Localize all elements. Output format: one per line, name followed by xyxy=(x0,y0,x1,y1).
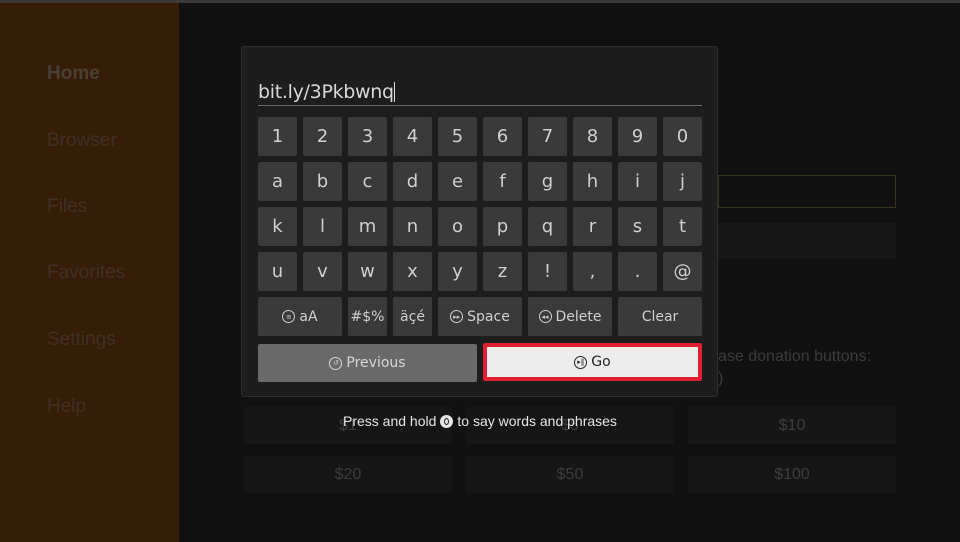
hint-text-before: Press and hold xyxy=(343,413,437,429)
key[interactable]: i xyxy=(618,162,657,201)
sidebar-item-help[interactable]: Help xyxy=(47,396,86,418)
key[interactable]: 0 xyxy=(663,117,702,156)
donation-button[interactable]: $20 xyxy=(244,456,452,493)
key[interactable]: j xyxy=(663,162,702,201)
voice-hint: Press and hold to say words and phrases xyxy=(343,413,617,429)
key[interactable]: t xyxy=(663,207,702,246)
previous-label: Previous xyxy=(346,355,406,371)
onscreen-keyboard: bit.ly/3Pkbwnq 1234567890 abcdefghij klmno… xyxy=(241,46,718,397)
go-button[interactable]: ▸‖ Go xyxy=(487,347,698,377)
key[interactable]: 3 xyxy=(348,117,387,156)
key[interactable]: y xyxy=(438,252,477,291)
key[interactable]: 9 xyxy=(618,117,657,156)
sidebar-item-home[interactable]: Home xyxy=(47,63,100,85)
key[interactable]: s xyxy=(618,207,657,246)
sidebar-item-favorites[interactable]: Favorites xyxy=(47,262,125,284)
key[interactable]: 2 xyxy=(303,117,342,156)
key[interactable]: h xyxy=(573,162,612,201)
key[interactable]: @ xyxy=(663,252,702,291)
space-key[interactable]: ▸▸ Space xyxy=(438,297,522,336)
donation-button[interactable]: $50 xyxy=(466,456,674,493)
case-label: aA xyxy=(299,308,318,325)
key[interactable]: 7 xyxy=(528,117,567,156)
donation-label-2: ) xyxy=(718,370,724,387)
key[interactable]: l xyxy=(303,207,342,246)
microphone-icon xyxy=(440,414,454,428)
text-caret xyxy=(393,82,395,102)
sidebar-item-settings[interactable]: Settings xyxy=(47,329,116,351)
key[interactable]: x xyxy=(393,252,432,291)
key[interactable]: r xyxy=(573,207,612,246)
sidebar: Home Browser Files Favorites Settings He… xyxy=(0,3,179,542)
delete-label: Delete xyxy=(555,308,602,325)
key[interactable]: ! xyxy=(528,252,567,291)
back-icon: ↺ xyxy=(329,356,343,370)
key[interactable]: u xyxy=(258,252,297,291)
key[interactable]: . xyxy=(618,252,657,291)
hint-text-after: to say words and phrases xyxy=(457,413,617,429)
key[interactable]: k xyxy=(258,207,297,246)
key[interactable]: a xyxy=(258,162,297,201)
key[interactable]: w xyxy=(348,252,387,291)
play-pause-icon: ▸‖ xyxy=(574,355,588,369)
key[interactable]: 4 xyxy=(393,117,432,156)
fast-forward-icon: ▸▸ xyxy=(450,310,464,323)
case-toggle-key[interactable]: ≡ aA xyxy=(258,297,342,336)
donation-label: ase donation buttons: xyxy=(718,348,872,365)
go-label: Go xyxy=(591,354,611,370)
rewind-icon: ◂◂ xyxy=(538,310,552,323)
key[interactable]: e xyxy=(438,162,477,201)
key[interactable]: g xyxy=(528,162,567,201)
key[interactable]: m xyxy=(348,207,387,246)
key[interactable]: q xyxy=(528,207,567,246)
key[interactable]: b xyxy=(303,162,342,201)
space-label: Space xyxy=(467,308,510,325)
background-go-button[interactable] xyxy=(718,223,896,259)
previous-button[interactable]: ↺ Previous xyxy=(258,344,477,382)
key[interactable]: p xyxy=(483,207,522,246)
key[interactable]: 1 xyxy=(258,117,297,156)
clear-key[interactable]: Clear xyxy=(618,297,702,336)
accents-key[interactable]: äçé xyxy=(393,297,432,336)
donation-button[interactable]: $10 xyxy=(688,407,896,444)
donation-button[interactable]: $100 xyxy=(688,456,896,493)
delete-key[interactable]: ◂◂ Delete xyxy=(528,297,612,336)
key[interactable]: z xyxy=(483,252,522,291)
key[interactable]: 6 xyxy=(483,117,522,156)
key[interactable]: f xyxy=(483,162,522,201)
key[interactable]: v xyxy=(303,252,342,291)
key[interactable]: 8 xyxy=(573,117,612,156)
key[interactable]: d xyxy=(393,162,432,201)
symbols-key[interactable]: #$% xyxy=(348,297,387,336)
go-button-highlight[interactable]: ▸‖ Go xyxy=(483,343,702,381)
url-input[interactable]: bit.ly/3Pkbwnq xyxy=(258,77,702,106)
key[interactable]: o xyxy=(438,207,477,246)
background-url-field[interactable] xyxy=(718,175,896,208)
key[interactable]: c xyxy=(348,162,387,201)
sidebar-item-files[interactable]: Files xyxy=(47,196,87,218)
key[interactable]: , xyxy=(573,252,612,291)
menu-button-icon: ≡ xyxy=(282,310,296,323)
key[interactable]: 5 xyxy=(438,117,477,156)
sidebar-item-browser[interactable]: Browser xyxy=(47,130,117,152)
url-input-value: bit.ly/3Pkbwnq xyxy=(258,81,394,103)
key[interactable]: n xyxy=(393,207,432,246)
